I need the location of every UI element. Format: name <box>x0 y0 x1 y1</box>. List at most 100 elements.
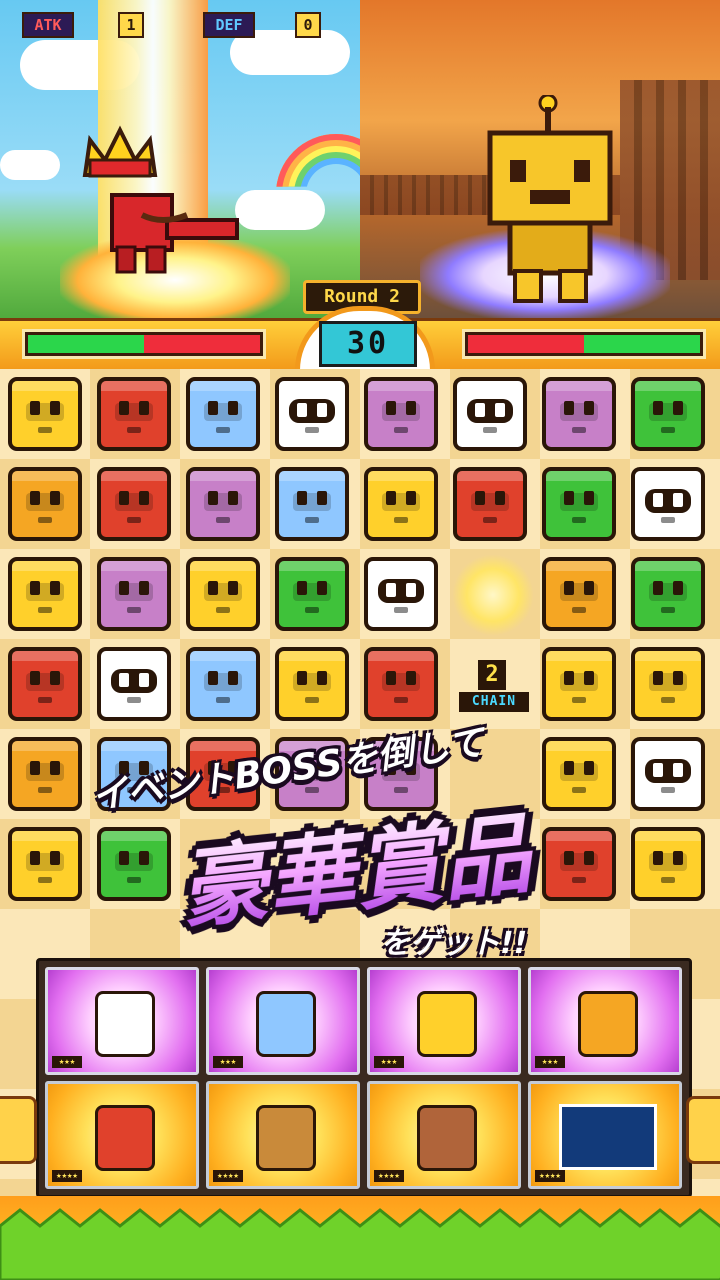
chain-count: 2 <box>478 660 506 690</box>
giraffe-ears <box>635 651 701 661</box>
enemy-health-bar <box>462 329 706 359</box>
hippo-mouth <box>394 787 408 793</box>
giraffe-mouth <box>38 877 52 883</box>
cloud <box>0 150 60 180</box>
robot-body <box>507 220 593 276</box>
tile-frog[interactable] <box>542 467 616 541</box>
robot-leg <box>513 269 543 303</box>
tile-hippo[interactable] <box>364 377 438 451</box>
tile-giraffe[interactable] <box>275 647 349 721</box>
timer-value: 30 <box>319 321 417 367</box>
chain-label: CHAIN <box>459 692 529 712</box>
tile-panda[interactable] <box>631 467 705 541</box>
hippo-mouth <box>394 427 408 433</box>
giraffe-eyeL <box>564 671 574 685</box>
monkey-mouth <box>127 427 141 433</box>
tile-monkey[interactable] <box>97 467 171 541</box>
giraffe-eyeL <box>30 851 40 865</box>
ghost-ears <box>101 741 167 751</box>
lion-ears <box>12 471 78 481</box>
tile-panda[interactable] <box>453 377 527 451</box>
giraffe-eyeR <box>406 491 416 505</box>
player-character <box>110 193 239 274</box>
hippo-mouth <box>572 427 586 433</box>
player-health-fill <box>28 335 144 353</box>
robot-head <box>487 130 613 226</box>
frog-eyeR <box>673 401 683 415</box>
monkey-ears <box>101 471 167 481</box>
tile-frog[interactable] <box>275 557 349 631</box>
giraffe-eyeL <box>30 581 40 595</box>
frog-eyeR <box>317 581 327 595</box>
tile-frog[interactable] <box>631 377 705 451</box>
tile-giraffe[interactable] <box>364 467 438 541</box>
reindeer-icon <box>256 1105 316 1171</box>
frog-eyeR <box>673 581 683 595</box>
lion-eyeR <box>50 491 60 505</box>
robot-eye <box>574 160 590 182</box>
giraffe-eyeR <box>584 671 594 685</box>
panda-ears <box>635 741 701 751</box>
ghost-eyeL <box>297 491 307 505</box>
tile-ghost[interactable] <box>186 377 260 451</box>
tile-lion[interactable] <box>8 467 82 541</box>
tile-hippo[interactable] <box>186 467 260 541</box>
panda-eyeL <box>297 403 307 417</box>
giraffe-gold-icon <box>417 991 477 1057</box>
tile-monkey[interactable] <box>97 377 171 451</box>
giraffe-ears <box>546 651 612 661</box>
giraffe-eyeR <box>228 581 238 595</box>
giraffe-eyeL <box>297 671 307 685</box>
frog-eyeL <box>653 401 663 415</box>
tile-panda[interactable] <box>631 737 705 811</box>
tile-frog[interactable] <box>631 557 705 631</box>
ghost-mouth <box>216 427 230 433</box>
hippo-ears <box>546 381 612 391</box>
snow-scene-image <box>559 1104 657 1170</box>
monkey-ears <box>457 471 523 481</box>
tile-ghost[interactable] <box>186 647 260 721</box>
monkey-mouth <box>483 517 497 523</box>
frog-mouth <box>661 427 675 433</box>
tile-monkey[interactable] <box>8 647 82 721</box>
candy-house-icon <box>417 1105 477 1171</box>
giraffe-ears <box>12 831 78 841</box>
player-leg <box>145 245 167 274</box>
tile-panda[interactable] <box>97 647 171 721</box>
giraffe-eyeR <box>50 581 60 595</box>
tile-hippo[interactable] <box>97 557 171 631</box>
panda-mouth <box>661 787 675 793</box>
frog-ears <box>635 381 701 391</box>
frog-mouth <box>305 607 319 613</box>
panda-eyeL <box>386 583 396 597</box>
frog-ears <box>546 471 612 481</box>
tile-giraffe[interactable] <box>631 647 705 721</box>
lion-eyeR <box>584 581 594 595</box>
rarity-stars: ★★★★ <box>213 1170 243 1182</box>
tile-giraffe[interactable] <box>8 557 82 631</box>
rarity-stars: ★★★ <box>535 1056 565 1068</box>
tile-giraffe[interactable] <box>542 647 616 721</box>
tile-hippo[interactable] <box>542 377 616 451</box>
panda-eyeR <box>139 673 149 687</box>
tile-monkey[interactable] <box>364 647 438 721</box>
player-health-bar <box>22 329 266 359</box>
tile-monkey[interactable] <box>453 467 527 541</box>
tile-lion[interactable] <box>542 557 616 631</box>
tile-giraffe[interactable] <box>8 377 82 451</box>
panda-mouth <box>394 607 408 613</box>
chain-burst-effect <box>452 554 534 636</box>
frog-eyeR <box>584 491 594 505</box>
tile-giraffe[interactable] <box>8 827 82 901</box>
tile-giraffe[interactable] <box>186 557 260 631</box>
hippo-eyeR <box>584 401 594 415</box>
tile-ghost[interactable] <box>275 467 349 541</box>
prize-card-reindeer: ★★★★ <box>206 1081 360 1189</box>
tile-panda[interactable] <box>275 377 349 451</box>
panda-eyeL <box>653 493 663 507</box>
panda-face <box>645 759 691 783</box>
tile-giraffe[interactable] <box>631 827 705 901</box>
cloud <box>235 190 325 230</box>
tile-lion[interactable] <box>8 737 82 811</box>
tile-panda[interactable] <box>364 557 438 631</box>
